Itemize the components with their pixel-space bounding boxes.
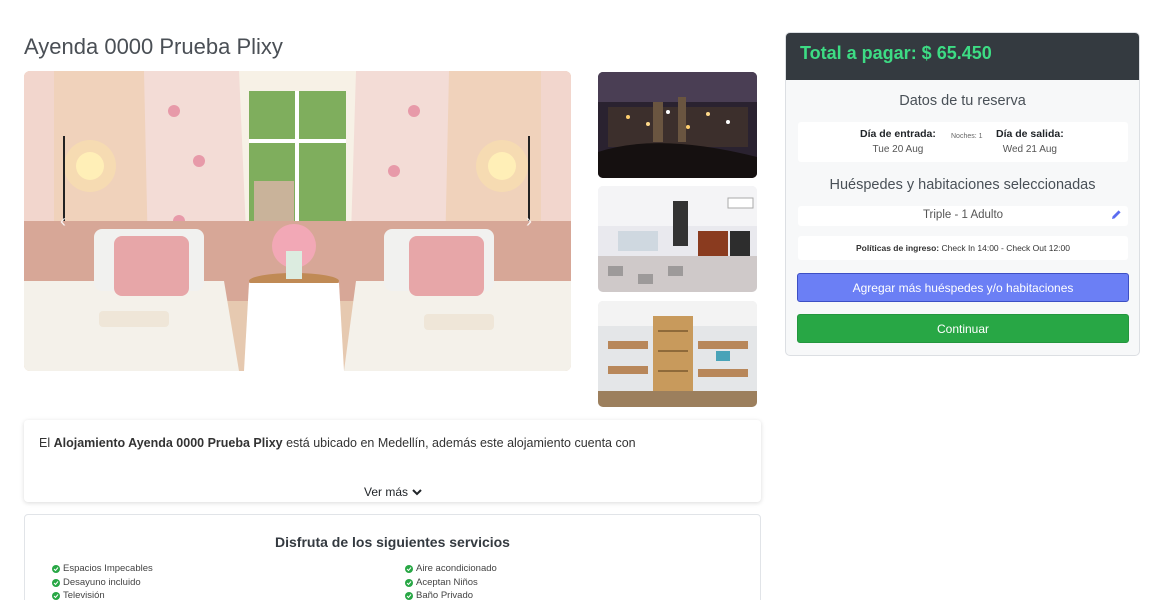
chevron-down-icon — [412, 489, 422, 496]
rooms-title: Huéspedes y habitaciones seleccionadas — [829, 177, 1096, 193]
ver-mas-link[interactable]: Ver más — [364, 485, 422, 499]
main-room-photo[interactable]: ‹ › — [24, 71, 571, 371]
carousel-prev-icon[interactable]: ‹ — [60, 211, 66, 232]
continue-button[interactable]: Continuar — [797, 314, 1129, 343]
carousel-next-icon[interactable]: › — [526, 211, 532, 232]
page-title: Ayenda 0000 Prueba Plixy — [24, 34, 283, 59]
service-item: Aire acondicionado — [405, 563, 497, 574]
check-icon — [52, 578, 60, 587]
services-card: Disfruta de los siguientes servicios Esp… — [24, 514, 761, 600]
check-icon — [405, 591, 413, 600]
check-icon — [405, 564, 413, 573]
thumbnail-bunk-beds[interactable] — [598, 301, 757, 407]
entry-policies: Políticas de ingreso: Check In 14:00 - C… — [798, 236, 1128, 260]
checkout-date: Día de salida: Wed 21 Aug — [996, 128, 1064, 155]
check-icon — [405, 578, 413, 587]
reservation-title: Datos de tu reserva — [899, 93, 1026, 109]
nights-count: Noches: 1 — [951, 133, 983, 140]
description-card: El Alojamiento Ayenda 0000 Prueba Plixy … — [24, 420, 761, 502]
service-item: Televisión — [52, 590, 105, 600]
booking-panel: Total a pagar: $ 65.450 Datos de tu rese… — [785, 32, 1140, 356]
check-icon — [52, 591, 60, 600]
dates-box: Día de entrada: Tue 20 Aug Noches: 1 Día… — [798, 122, 1128, 162]
service-item: Baño Privado — [405, 590, 473, 600]
total-price: Total a pagar: $ 65.450 — [786, 33, 1139, 80]
hotel-description: El Alojamiento Ayenda 0000 Prueba Plixy … — [39, 436, 636, 450]
service-item: Desayuno incluido — [52, 577, 141, 588]
selected-room: Triple - 1 Adulto — [798, 206, 1128, 226]
hotel-detail-page: Ayenda 0000 Prueba Plixy ‹ › El Alojamie… — [0, 0, 1160, 600]
service-item: Aceptan Niños — [405, 577, 478, 588]
service-item: Espacios Impecables — [52, 563, 153, 574]
add-guests-button[interactable]: Agregar más huéspedes y/o habitaciones — [797, 273, 1129, 302]
thumbnail-kitchen[interactable] — [598, 186, 757, 292]
checkin-date: Día de entrada: Tue 20 Aug — [860, 128, 936, 155]
check-icon — [52, 564, 60, 573]
services-title: Disfruta de los siguientes servicios — [275, 534, 510, 550]
thumbnail-city[interactable] — [598, 72, 757, 178]
pencil-icon[interactable] — [1111, 209, 1122, 220]
